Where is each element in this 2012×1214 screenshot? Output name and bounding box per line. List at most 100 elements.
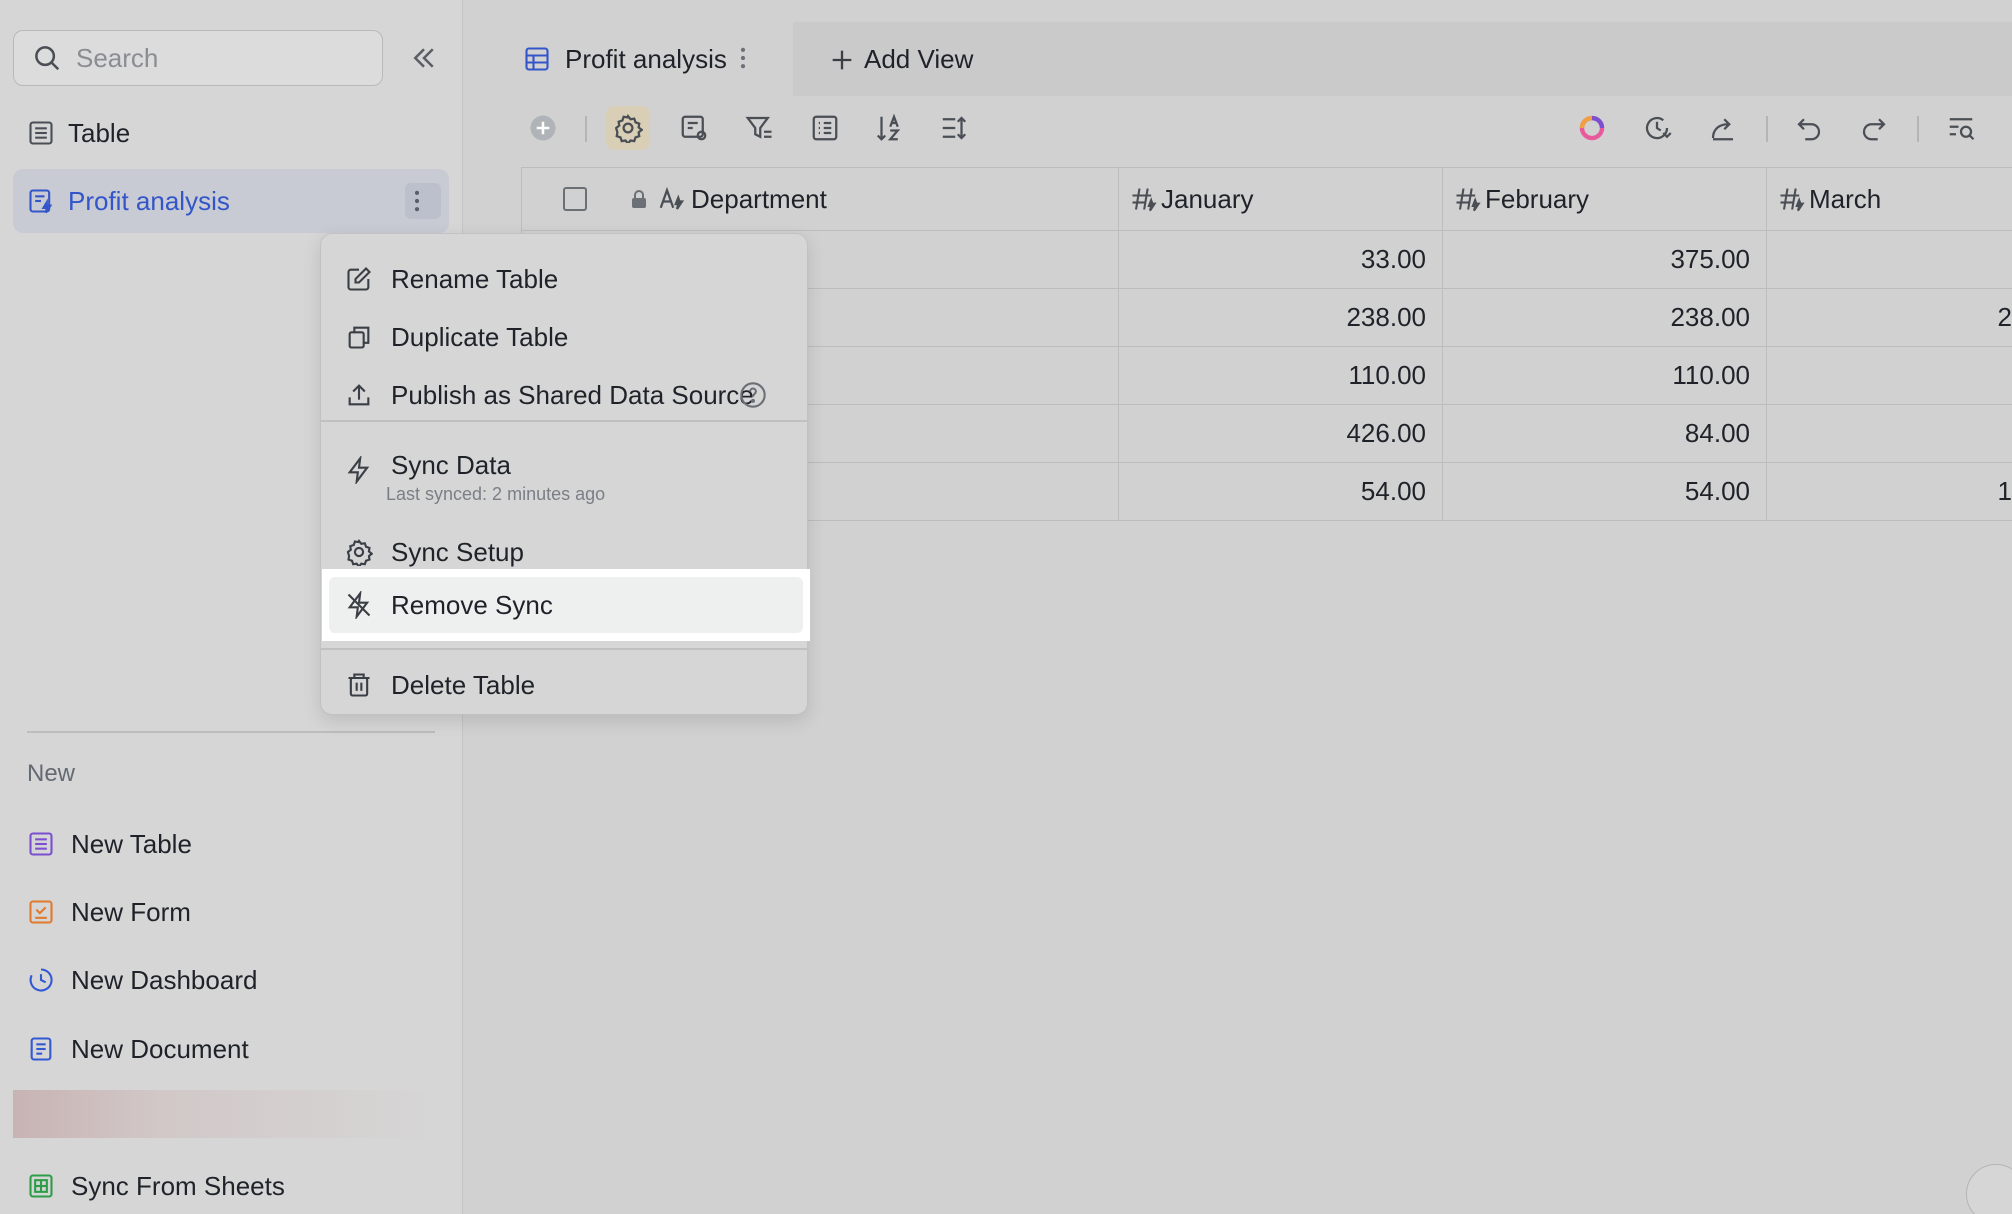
february-cell[interactable]: 84.00 bbox=[1443, 405, 1767, 462]
find-button[interactable] bbox=[1939, 106, 1983, 150]
ai-assistant-button[interactable] bbox=[1570, 106, 1614, 150]
new-dashboard-button[interactable]: New Dashboard bbox=[27, 955, 257, 1005]
sync-from-sheets-button[interactable]: Sync From Sheets bbox=[27, 1161, 285, 1211]
january-cell[interactable]: 238.00 bbox=[1119, 289, 1443, 346]
search-box[interactable] bbox=[13, 30, 383, 86]
row-height-button[interactable] bbox=[932, 106, 976, 150]
vertical-ellipsis-icon bbox=[740, 47, 746, 69]
add-view-button[interactable]: Add View bbox=[828, 44, 973, 75]
text-field-icon bbox=[659, 186, 685, 210]
sidebar-item-profit-analysis[interactable]: Profit analysis bbox=[13, 169, 449, 233]
tab-label: Profit analysis bbox=[565, 43, 727, 74]
blurred-item bbox=[13, 1090, 443, 1138]
tab-profit-analysis[interactable]: Profit analysis bbox=[493, 22, 793, 96]
march-column-header[interactable]: March bbox=[1767, 168, 2012, 230]
column-title: Department bbox=[691, 183, 827, 214]
collapse-sidebar-button[interactable] bbox=[406, 40, 442, 76]
lightning-icon bbox=[347, 456, 370, 484]
new-item-label: New Form bbox=[71, 896, 191, 927]
january-cell[interactable]: 110.00 bbox=[1119, 347, 1443, 404]
grid-header-row: Department January February March bbox=[521, 167, 2012, 231]
menu-divider bbox=[321, 420, 807, 422]
sidebar-item-label: Table bbox=[68, 117, 131, 148]
undo-icon bbox=[1797, 118, 1821, 141]
column-title: March bbox=[1809, 183, 1882, 214]
sort-az-icon bbox=[876, 113, 901, 141]
march-cell[interactable]: 1 bbox=[1767, 463, 2012, 520]
toolbar-divider bbox=[585, 116, 587, 142]
sidebar-divider bbox=[27, 731, 435, 733]
tab-bar bbox=[793, 22, 2012, 96]
new-document-button[interactable]: New Document bbox=[27, 1024, 249, 1074]
undo-button[interactable] bbox=[1787, 106, 1831, 150]
add-record-button[interactable] bbox=[521, 106, 565, 150]
department-column-header[interactable]: Department bbox=[521, 168, 1119, 230]
january-cell[interactable]: 33.00 bbox=[1119, 231, 1443, 288]
help-button[interactable] bbox=[1966, 1164, 2012, 1214]
lightning-off-icon bbox=[347, 591, 371, 619]
february-cell[interactable]: 375.00 bbox=[1443, 231, 1767, 288]
toolbar bbox=[493, 96, 2012, 158]
sync-data-item[interactable]: Sync Data bbox=[321, 440, 807, 520]
new-form-button[interactable]: New Form bbox=[27, 887, 191, 937]
last-synced-text: Last synced: 2 minutes ago bbox=[386, 484, 606, 504]
double-chevron-left-icon bbox=[413, 48, 434, 68]
table-more-button[interactable] bbox=[405, 183, 441, 219]
remove-sync-highlight: Remove Sync bbox=[322, 569, 810, 641]
march-cell[interactable] bbox=[1767, 231, 2012, 288]
sidebar-item-table[interactable]: Table bbox=[13, 101, 449, 165]
dashboard-icon bbox=[29, 968, 53, 992]
plus-circle-icon bbox=[530, 115, 556, 141]
list-icon bbox=[812, 115, 838, 141]
filter-button[interactable] bbox=[737, 106, 781, 150]
grid-view-icon bbox=[525, 47, 549, 71]
february-cell[interactable]: 54.00 bbox=[1443, 463, 1767, 520]
february-column-header[interactable]: February bbox=[1443, 168, 1767, 230]
redo-button[interactable] bbox=[1852, 106, 1896, 150]
new-item-label: Sync From Sheets bbox=[71, 1170, 285, 1201]
select-all-checkbox[interactable] bbox=[563, 187, 587, 211]
rename-table-item[interactable]: Rename Table bbox=[321, 251, 807, 307]
table-context-menu: Rename Table Duplicate Table Publish as … bbox=[320, 233, 808, 715]
new-table-button[interactable]: New Table bbox=[27, 819, 192, 869]
january-cell[interactable]: 426.00 bbox=[1119, 405, 1443, 462]
february-cell[interactable]: 238.00 bbox=[1443, 289, 1767, 346]
new-section-label: New bbox=[27, 760, 76, 787]
search-list-icon bbox=[1949, 118, 1975, 141]
share-button[interactable] bbox=[1701, 106, 1745, 150]
delete-table-item[interactable]: Delete Table bbox=[321, 657, 807, 713]
row-height-icon bbox=[942, 116, 967, 140]
column-title: January bbox=[1161, 183, 1254, 214]
sort-button[interactable] bbox=[867, 106, 911, 150]
column-title: February bbox=[1485, 183, 1590, 214]
february-cell[interactable]: 110.00 bbox=[1443, 347, 1767, 404]
group-button[interactable] bbox=[803, 106, 847, 150]
plus-icon bbox=[832, 50, 852, 69]
menu-item-label: Duplicate Table bbox=[391, 321, 569, 352]
tab-more-button[interactable] bbox=[729, 44, 771, 79]
menu-item-label: Sync Data bbox=[391, 450, 511, 480]
help-circle-icon[interactable] bbox=[739, 381, 767, 409]
filter-icon bbox=[745, 116, 772, 139]
sidebar-item-label: Profit analysis bbox=[68, 185, 230, 216]
history-button[interactable] bbox=[1635, 106, 1679, 150]
march-cell[interactable]: 2 bbox=[1767, 289, 2012, 346]
lock-icon bbox=[632, 190, 646, 208]
january-cell[interactable]: 54.00 bbox=[1119, 463, 1443, 520]
search-input[interactable] bbox=[76, 42, 356, 74]
publish-shared-data-source-item[interactable]: Publish as Shared Data Source bbox=[321, 367, 807, 423]
remove-sync-item[interactable]: Remove Sync bbox=[329, 577, 803, 633]
history-icon bbox=[1645, 116, 1672, 140]
menu-item-label: Publish as Shared Data Source bbox=[391, 379, 754, 410]
january-column-header[interactable]: January bbox=[1119, 168, 1443, 230]
gear-icon bbox=[614, 114, 643, 143]
copy-icon bbox=[348, 326, 370, 349]
toolbar-divider bbox=[1917, 116, 1919, 142]
edit-icon bbox=[347, 267, 371, 291]
march-cell[interactable] bbox=[1767, 405, 2012, 462]
settings-button[interactable] bbox=[606, 106, 650, 150]
ai-ring-icon bbox=[1579, 115, 1605, 141]
march-cell[interactable] bbox=[1767, 347, 2012, 404]
duplicate-table-item[interactable]: Duplicate Table bbox=[321, 309, 807, 365]
field-settings-button[interactable] bbox=[672, 106, 716, 150]
